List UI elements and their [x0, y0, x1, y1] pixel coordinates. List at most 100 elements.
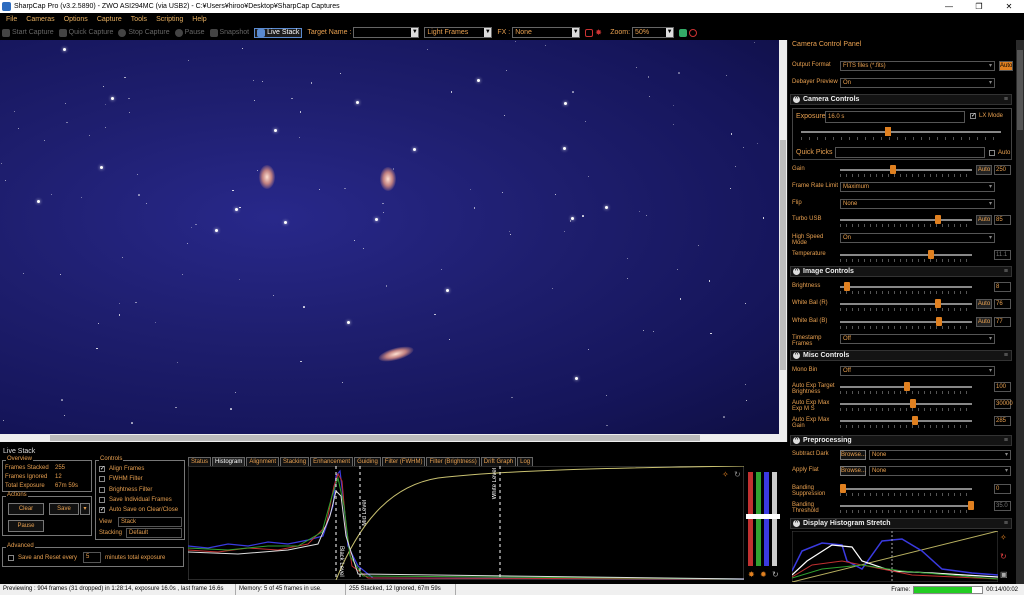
tab-enhancement[interactable]: Enhancement: [310, 457, 354, 466]
brightness-value[interactable]: 8: [994, 282, 1011, 292]
menu-scripting[interactable]: Scripting: [156, 16, 183, 23]
menu-options[interactable]: Options: [64, 16, 88, 23]
preprocessing-header[interactable]: ^ Preprocessing ≡: [790, 435, 1012, 446]
histogram-stretch-header[interactable]: ^ Display Histogram Stretch ≡: [790, 518, 1012, 529]
white-bal-r-slider[interactable]: [840, 299, 972, 308]
turbo-usb-value[interactable]: 85: [994, 215, 1011, 225]
apply-flat-select[interactable]: None: [869, 466, 1011, 476]
auto-exp-target-value[interactable]: 100: [994, 382, 1011, 392]
tab-stacking[interactable]: Stacking: [280, 457, 310, 466]
save-dropdown-chevron-icon[interactable]: ▾: [80, 503, 90, 515]
timestamp-select[interactable]: Off: [840, 334, 995, 344]
pause-stack-button[interactable]: Pause: [8, 520, 44, 532]
maximize-button[interactable]: ❐: [964, 0, 994, 13]
tab-status[interactable]: Status: [188, 457, 212, 466]
menu-tools[interactable]: Tools: [131, 16, 147, 23]
banding-threshold-value[interactable]: 35.0: [994, 501, 1011, 511]
brightness-filter-checkbox[interactable]: [99, 487, 105, 493]
save-reset-input[interactable]: 5: [83, 552, 101, 563]
camera-controls-header[interactable]: ^ Camera Controls ≡: [790, 94, 1012, 105]
lx-mode-checkbox[interactable]: [970, 112, 976, 119]
gain-value[interactable]: 250: [994, 165, 1011, 175]
banding-suppression-value[interactable]: 0: [994, 484, 1011, 494]
target-name-input[interactable]: ▼: [353, 27, 420, 38]
scroll-thumb[interactable]: [50, 435, 700, 441]
slider-knob[interactable]: [910, 399, 916, 408]
collapse-icon[interactable]: ^: [793, 352, 800, 359]
reset-icon[interactable]: ↻: [734, 470, 741, 479]
save-button[interactable]: Save: [49, 503, 79, 515]
collapse-icon[interactable]: ^: [793, 437, 800, 444]
white-bal-r-value[interactable]: 76: [994, 299, 1011, 309]
auto-exp-max-slider[interactable]: [840, 399, 972, 408]
menu-icon[interactable]: ≡: [1004, 268, 1008, 275]
auto-stretch-icon[interactable]: ✧: [722, 470, 729, 479]
stop-capture-button[interactable]: Stop Capture: [118, 28, 170, 37]
start-capture-button[interactable]: Start Capture: [2, 28, 54, 37]
auto-exp-gain-slider[interactable]: [840, 416, 972, 425]
close-button[interactable]: ✕: [994, 0, 1024, 13]
tab-guiding[interactable]: Guiding: [354, 457, 381, 466]
collapse-icon[interactable]: ^: [793, 268, 800, 275]
menu-icon[interactable]: ≡: [1004, 96, 1008, 103]
slider-knob[interactable]: [885, 127, 891, 136]
auto-save-checkbox[interactable]: [99, 506, 105, 513]
auto-exp-max-value[interactable]: 30000: [994, 399, 1013, 409]
menu-capture[interactable]: Capture: [97, 16, 122, 23]
fx-select[interactable]: None ▼: [512, 27, 581, 38]
clear-button[interactable]: Clear: [8, 503, 44, 515]
quick-picks-auto-checkbox[interactable]: [989, 150, 995, 156]
auto-exp-gain-value[interactable]: 285: [994, 416, 1011, 426]
pause-button[interactable]: Pause: [174, 28, 205, 37]
stack-histogram[interactable]: [188, 466, 744, 580]
slider-knob[interactable]: [843, 282, 850, 291]
refresh-icon[interactable]: ↻: [772, 570, 779, 579]
snapshot-button[interactable]: Snapshot: [209, 28, 249, 37]
frame-rate-select[interactable]: Maximum: [840, 182, 995, 192]
slider-knob[interactable]: [890, 165, 897, 174]
menu-help[interactable]: Help: [192, 16, 206, 23]
horizontal-scrollbar[interactable]: [0, 434, 787, 442]
menu-file[interactable]: File: [6, 16, 17, 23]
red-level-slider[interactable]: [748, 472, 753, 566]
scroll-thumb[interactable]: [1017, 50, 1023, 130]
slider-knob[interactable]: [840, 484, 846, 493]
tab-alignment[interactable]: Alignment: [246, 457, 280, 466]
blue-level-slider[interactable]: [764, 472, 769, 566]
output-format-select[interactable]: FITS files (*.fits): [840, 61, 995, 71]
panel-scrollbar[interactable]: [1016, 40, 1024, 584]
turbo-usb-slider[interactable]: [840, 215, 972, 224]
tab-log[interactable]: Log: [517, 457, 534, 466]
wbr-auto-button[interactable]: Auto: [976, 299, 992, 309]
tab-histogram[interactable]: Histogram: [212, 457, 246, 466]
subtract-dark-select[interactable]: None: [869, 450, 1011, 460]
quick-picks-select[interactable]: [835, 147, 985, 158]
auto-exp-target-slider[interactable]: [840, 382, 972, 391]
collapse-icon[interactable]: ^: [793, 520, 800, 527]
gain-auto-button[interactable]: Auto: [976, 165, 992, 175]
histogram-icon[interactable]: [679, 28, 688, 37]
focus-icon[interactable]: ✸: [595, 28, 603, 37]
save-individual-checkbox[interactable]: [99, 497, 105, 503]
menu-icon[interactable]: ≡: [1004, 520, 1008, 527]
view-select[interactable]: Stack: [118, 517, 182, 527]
reset-icon[interactable]: ↻: [1000, 552, 1010, 561]
slider-knob[interactable]: [934, 215, 941, 224]
menu-cameras[interactable]: Cameras: [26, 16, 54, 23]
level-handle[interactable]: [746, 514, 780, 519]
stacking-select[interactable]: Default: [126, 528, 182, 538]
flat-browse-button[interactable]: Browse...: [840, 466, 866, 476]
gain-slider[interactable]: [840, 165, 972, 174]
image-preview[interactable]: [0, 40, 779, 434]
high-speed-select[interactable]: On: [840, 233, 995, 243]
save-reset-checkbox[interactable]: [8, 555, 14, 561]
brightness-slider[interactable]: [840, 282, 972, 291]
green-level-slider[interactable]: [756, 472, 761, 566]
slider-knob[interactable]: [934, 299, 941, 308]
banding-suppression-slider[interactable]: [840, 484, 972, 493]
debayer-select[interactable]: On: [840, 78, 995, 88]
banding-threshold-slider[interactable]: [840, 501, 974, 510]
frame-type-select[interactable]: Light Frames ▼: [424, 27, 493, 38]
sun-icon[interactable]: ✹: [760, 570, 767, 579]
align-frames-checkbox[interactable]: [99, 465, 105, 472]
